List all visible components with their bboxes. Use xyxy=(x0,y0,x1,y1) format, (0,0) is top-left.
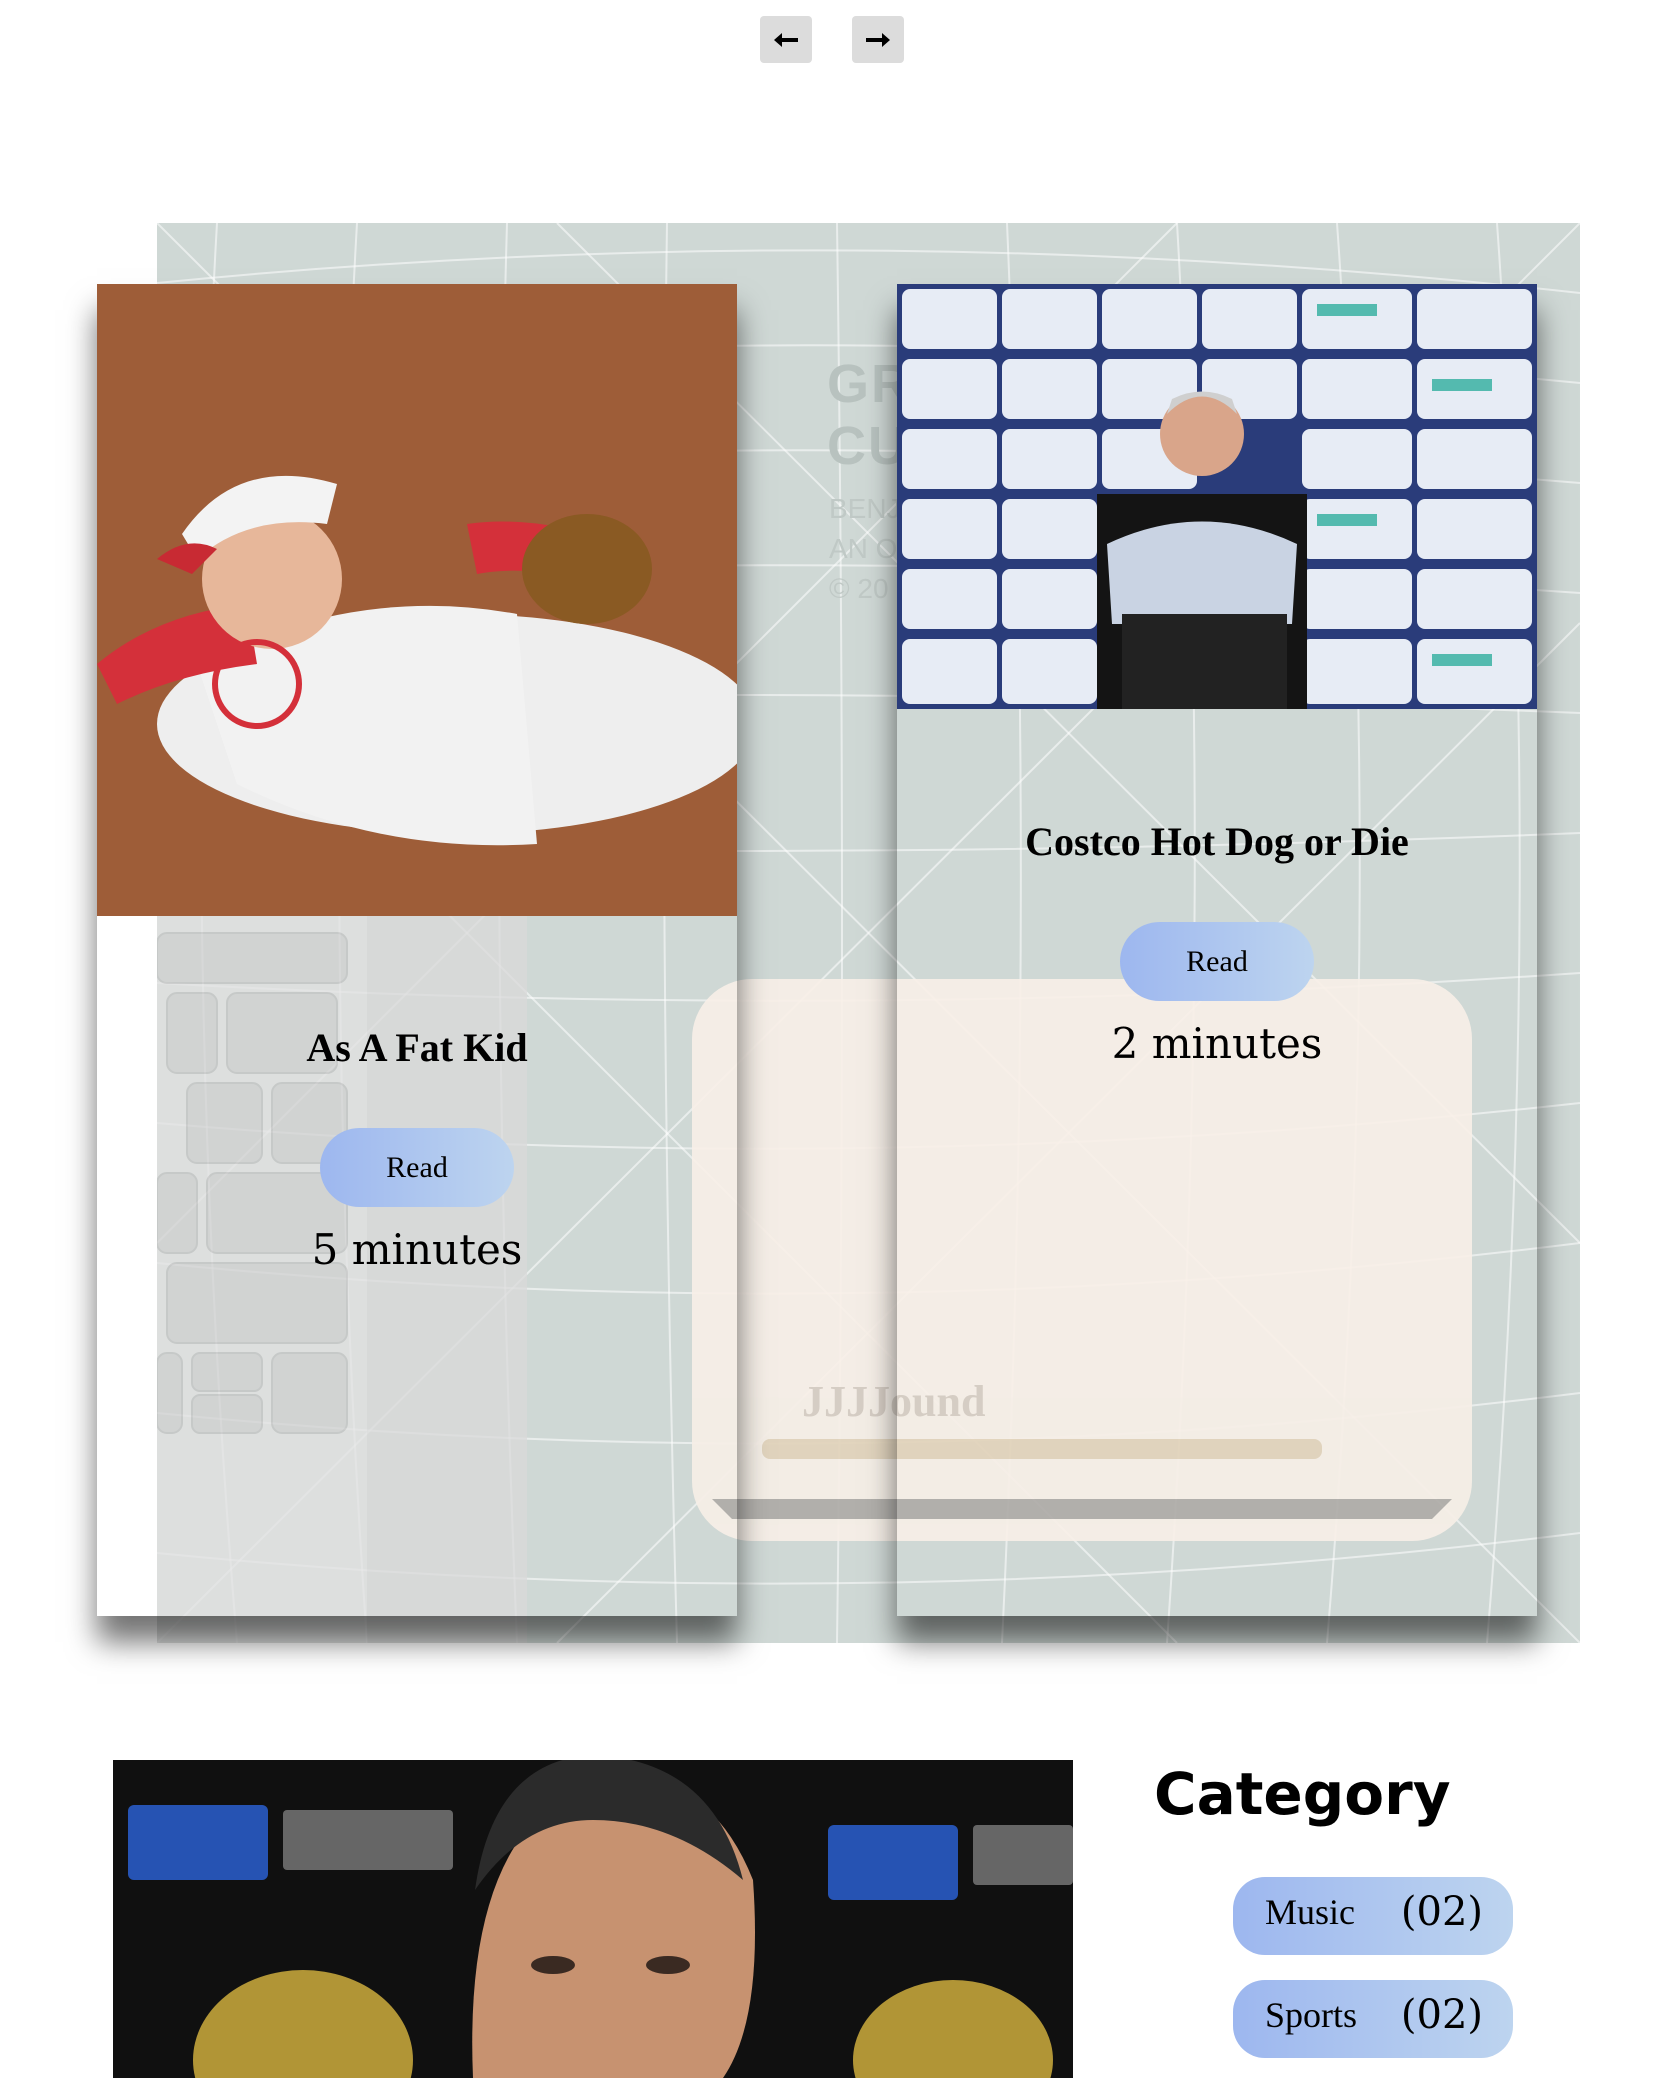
arrow-right-icon xyxy=(866,32,890,47)
backdrop-sub-text: BENJ AN O © 20 xyxy=(829,493,901,604)
category-item-music[interactable]: Music (02) xyxy=(1233,1877,1513,1955)
category-count: (02) xyxy=(1400,1992,1483,2038)
post-card[interactable]: Costco Hot Dog or Die Read 2 minutes xyxy=(897,284,1537,1616)
baseball-kid-image xyxy=(97,284,737,916)
category-name: Music xyxy=(1265,1892,1355,1932)
carousel-nav xyxy=(760,16,910,64)
post-photo xyxy=(897,284,1537,709)
post-title: Costco Hot Dog or Die xyxy=(1025,819,1409,864)
previous-button[interactable] xyxy=(760,16,812,63)
category-item-sports[interactable]: Sports (02) xyxy=(1233,1980,1513,2058)
category-name: Sports xyxy=(1265,1995,1358,2035)
category-count: (02) xyxy=(1400,1889,1483,1935)
read-button[interactable]: Read xyxy=(1120,922,1314,1001)
post-title: As A Fat Kid xyxy=(306,1025,528,1070)
read-time: 5 minutes xyxy=(311,1225,523,1274)
read-button[interactable]: Read xyxy=(320,1128,514,1207)
featured-post-photo[interactable] xyxy=(113,1760,1073,2078)
costco-towels-image xyxy=(897,284,1537,709)
next-button[interactable] xyxy=(852,16,904,63)
press-conference-image xyxy=(113,1760,1073,2078)
post-card[interactable]: As A Fat Kid Read 5 minutes xyxy=(97,284,737,1616)
post-photo xyxy=(97,284,737,916)
arrow-left-icon xyxy=(774,32,798,47)
category-heading: Category xyxy=(1154,1760,1451,1828)
read-time: 2 minutes xyxy=(1111,1019,1323,1068)
